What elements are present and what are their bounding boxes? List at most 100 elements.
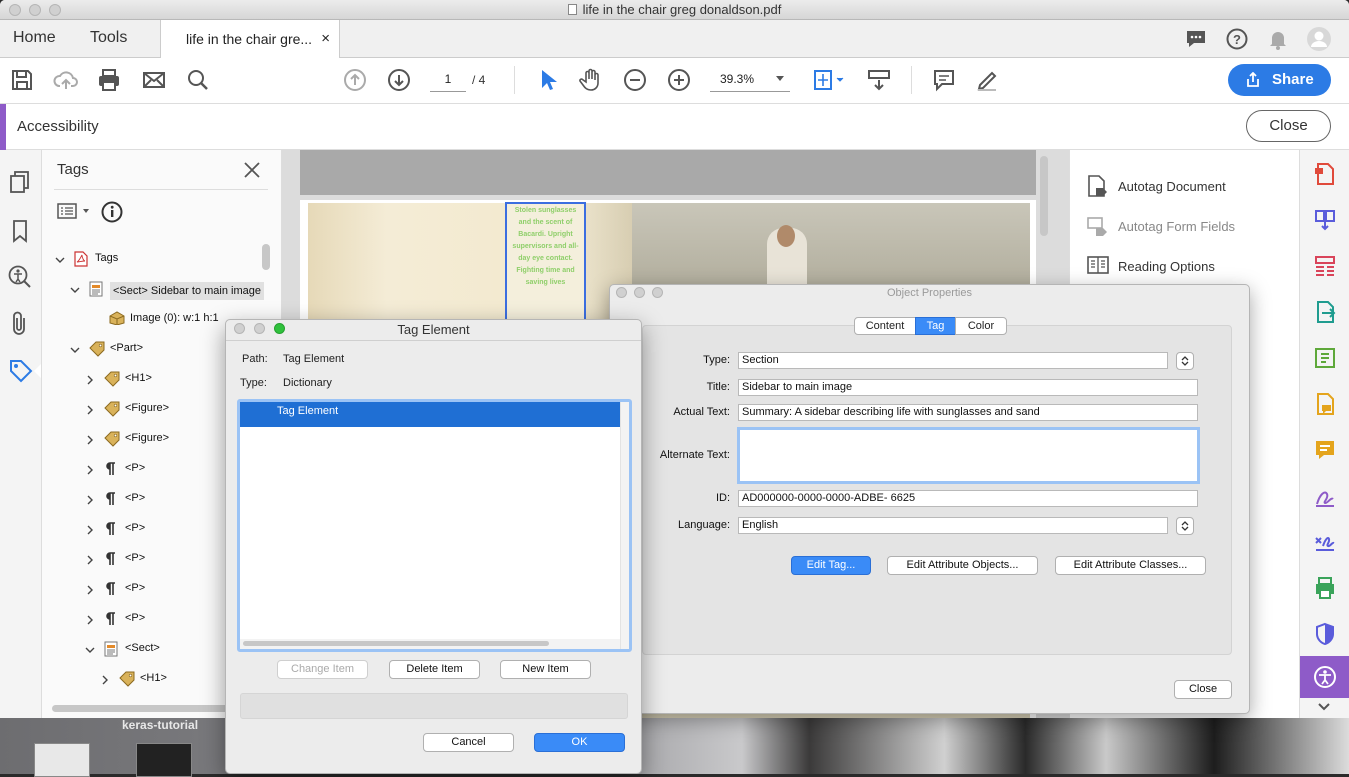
zoom-level-select[interactable]: 39.3% bbox=[710, 72, 790, 92]
list-scrollbar[interactable] bbox=[243, 641, 549, 646]
list-item-selected[interactable]: Tag Element bbox=[240, 402, 620, 427]
desktop-thumbnail[interactable] bbox=[136, 743, 192, 777]
chevron-right-icon[interactable] bbox=[85, 555, 95, 565]
help-icon[interactable]: ? bbox=[1225, 27, 1251, 53]
desktop-thumbnail[interactable] bbox=[34, 743, 90, 777]
tab-content[interactable]: Content bbox=[854, 317, 916, 335]
new-item-button[interactable]: New Item bbox=[500, 660, 591, 679]
create-pdf-icon[interactable] bbox=[1313, 162, 1337, 186]
scroll-mode-icon[interactable] bbox=[866, 67, 892, 93]
cloud-upload-icon[interactable] bbox=[53, 67, 79, 93]
tab-tools[interactable]: Tools bbox=[90, 20, 127, 58]
title-input[interactable]: Sidebar to main image bbox=[738, 379, 1198, 396]
save-icon[interactable] bbox=[9, 67, 35, 93]
export-pdf-icon[interactable] bbox=[1313, 300, 1337, 324]
chevron-right-icon[interactable] bbox=[100, 675, 110, 685]
chevron-down-icon[interactable] bbox=[55, 255, 65, 265]
main-toolbar: 1 / 4 39.3% Share bbox=[0, 58, 1349, 104]
combine-files-icon[interactable] bbox=[1313, 208, 1337, 232]
tag-tree-label: <Part> bbox=[110, 342, 144, 354]
chevron-right-icon[interactable] bbox=[85, 405, 95, 415]
email-icon[interactable] bbox=[141, 67, 167, 93]
autotag-form-fields-item[interactable]: Autotag Form Fields bbox=[1118, 219, 1235, 234]
add-comment-icon[interactable] bbox=[931, 67, 957, 93]
tagged-sidebar-highlight[interactable]: Stolen sunglasses and the scent of Bacar… bbox=[505, 202, 586, 322]
tab-home[interactable]: Home bbox=[13, 20, 56, 58]
hand-tool-icon[interactable] bbox=[578, 67, 604, 93]
request-signature-icon[interactable] bbox=[1313, 530, 1337, 554]
chevron-right-icon[interactable] bbox=[85, 465, 95, 475]
accessibility-tool-active[interactable] bbox=[1300, 656, 1349, 698]
reading-options-item[interactable]: Reading Options bbox=[1118, 259, 1215, 274]
chevron-right-icon[interactable] bbox=[85, 375, 95, 385]
info-icon[interactable] bbox=[101, 201, 123, 223]
tab-close-icon[interactable]: × bbox=[321, 20, 330, 58]
user-avatar-icon[interactable] bbox=[1306, 26, 1332, 52]
protect-shield-icon[interactable] bbox=[1313, 622, 1337, 646]
edit-pdf-icon[interactable] bbox=[1313, 346, 1337, 370]
close-icon[interactable] bbox=[243, 161, 261, 179]
accessibility-check-icon[interactable] bbox=[7, 264, 33, 290]
tag-element-title: Tag Element bbox=[397, 322, 470, 337]
change-item-button[interactable]: Change Item bbox=[277, 660, 368, 679]
chevron-right-icon[interactable] bbox=[85, 585, 95, 595]
bookmark-icon[interactable] bbox=[10, 219, 30, 243]
autotag-document-item[interactable]: Autotag Document bbox=[1118, 179, 1226, 194]
organize-pages-icon[interactable] bbox=[1313, 254, 1337, 278]
chevron-right-icon[interactable] bbox=[85, 495, 95, 505]
actual-text-input[interactable]: Summary: A sidebar describing life with … bbox=[738, 404, 1198, 421]
zoom-out-icon[interactable] bbox=[622, 67, 648, 93]
chevron-right-icon[interactable] bbox=[85, 615, 95, 625]
accessibility-title: Accessibility bbox=[17, 118, 99, 135]
ok-button[interactable]: OK bbox=[534, 733, 625, 752]
edit-attribute-objects-button[interactable]: Edit Attribute Objects... bbox=[887, 556, 1038, 575]
paragraph-icon bbox=[104, 551, 116, 567]
next-page-icon[interactable] bbox=[386, 67, 412, 93]
annotations-icon[interactable] bbox=[1313, 438, 1337, 462]
cancel-button[interactable]: Cancel bbox=[423, 733, 514, 752]
search-icon[interactable] bbox=[185, 67, 211, 93]
fill-sign-icon[interactable] bbox=[1313, 484, 1337, 508]
language-stepper[interactable] bbox=[1176, 517, 1194, 535]
previous-page-icon[interactable] bbox=[342, 67, 368, 93]
options-menu-icon[interactable] bbox=[57, 202, 93, 220]
print-icon[interactable] bbox=[96, 67, 122, 93]
edit-attribute-classes-button[interactable]: Edit Attribute Classes... bbox=[1055, 556, 1206, 575]
tab-tag[interactable]: Tag bbox=[915, 317, 956, 335]
fit-page-icon[interactable] bbox=[811, 67, 844, 93]
chevron-down-icon[interactable] bbox=[85, 645, 95, 655]
chevron-down-icon[interactable] bbox=[70, 285, 80, 295]
language-select[interactable]: English bbox=[738, 517, 1168, 534]
close-button[interactable]: Close bbox=[1174, 680, 1232, 699]
comment-tool-icon[interactable] bbox=[1313, 392, 1337, 416]
type-select[interactable]: Section bbox=[738, 352, 1168, 369]
scrollbar-thumb[interactable] bbox=[262, 244, 270, 270]
select-cursor-icon[interactable] bbox=[534, 67, 560, 93]
delete-item-button[interactable]: Delete Item bbox=[389, 660, 480, 679]
tools-rail bbox=[1299, 150, 1349, 718]
attachment-icon[interactable] bbox=[10, 310, 30, 336]
document-scrollbar[interactable] bbox=[1040, 156, 1048, 236]
highlight-pen-icon[interactable] bbox=[974, 67, 1000, 93]
chevron-down-icon[interactable] bbox=[1317, 702, 1331, 712]
close-tool-button[interactable]: Close bbox=[1246, 110, 1331, 142]
type-stepper[interactable] bbox=[1176, 352, 1194, 370]
edit-tag-button[interactable]: Edit Tag... bbox=[791, 556, 871, 575]
zoom-in-icon[interactable] bbox=[666, 67, 692, 93]
comment-bubble-icon[interactable] bbox=[1184, 27, 1210, 53]
page-number-input[interactable]: 1 bbox=[430, 72, 466, 92]
chevron-down-icon[interactable] bbox=[70, 345, 80, 355]
chevron-right-icon[interactable] bbox=[85, 435, 95, 445]
alternate-text-input[interactable] bbox=[737, 427, 1200, 484]
id-input[interactable]: AD000000-0000-0000-ADBE- 6625 bbox=[738, 490, 1198, 507]
desktop-folder-label[interactable]: keras-tutorial bbox=[122, 718, 198, 732]
chevron-right-icon[interactable] bbox=[85, 525, 95, 535]
tab-color[interactable]: Color bbox=[955, 317, 1007, 335]
print-production-icon[interactable] bbox=[1313, 576, 1337, 600]
share-button[interactable]: Share bbox=[1228, 64, 1331, 96]
tags-icon[interactable] bbox=[8, 358, 34, 384]
pages-icon[interactable] bbox=[9, 170, 31, 194]
tab-document[interactable]: life in the chair gre... × bbox=[160, 20, 340, 59]
tag-icon bbox=[89, 341, 105, 357]
notifications-bell-icon[interactable] bbox=[1266, 27, 1292, 53]
